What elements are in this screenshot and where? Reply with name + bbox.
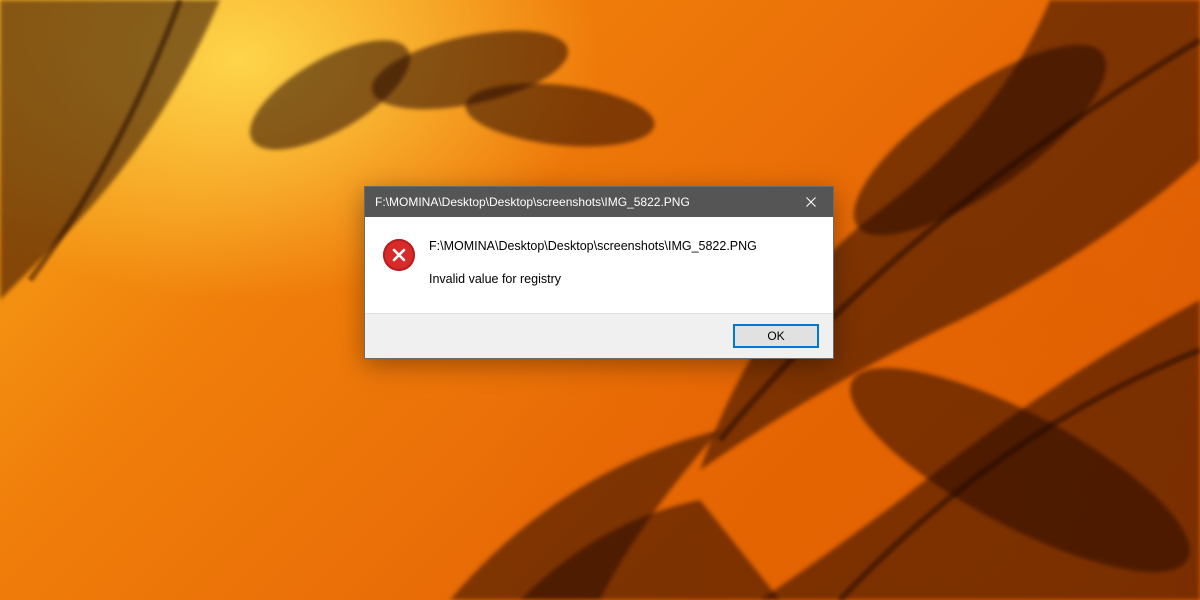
desktop-wallpaper: F:\MOMINA\Desktop\Desktop\screenshots\IM… [0, 0, 1200, 600]
error-icon [383, 239, 415, 271]
dialog-footer: OK [365, 313, 833, 358]
dialog-title: F:\MOMINA\Desktop\Desktop\screenshots\IM… [375, 195, 788, 209]
message-error: Invalid value for registry [429, 270, 757, 289]
dialog-message: F:\MOMINA\Desktop\Desktop\screenshots\IM… [429, 237, 757, 289]
close-icon [806, 197, 816, 207]
dialog-body: F:\MOMINA\Desktop\Desktop\screenshots\IM… [365, 217, 833, 313]
error-dialog: F:\MOMINA\Desktop\Desktop\screenshots\IM… [364, 186, 834, 359]
ok-button[interactable]: OK [733, 324, 819, 348]
message-path: F:\MOMINA\Desktop\Desktop\screenshots\IM… [429, 237, 757, 256]
close-button[interactable] [788, 187, 833, 217]
dialog-titlebar[interactable]: F:\MOMINA\Desktop\Desktop\screenshots\IM… [365, 187, 833, 217]
